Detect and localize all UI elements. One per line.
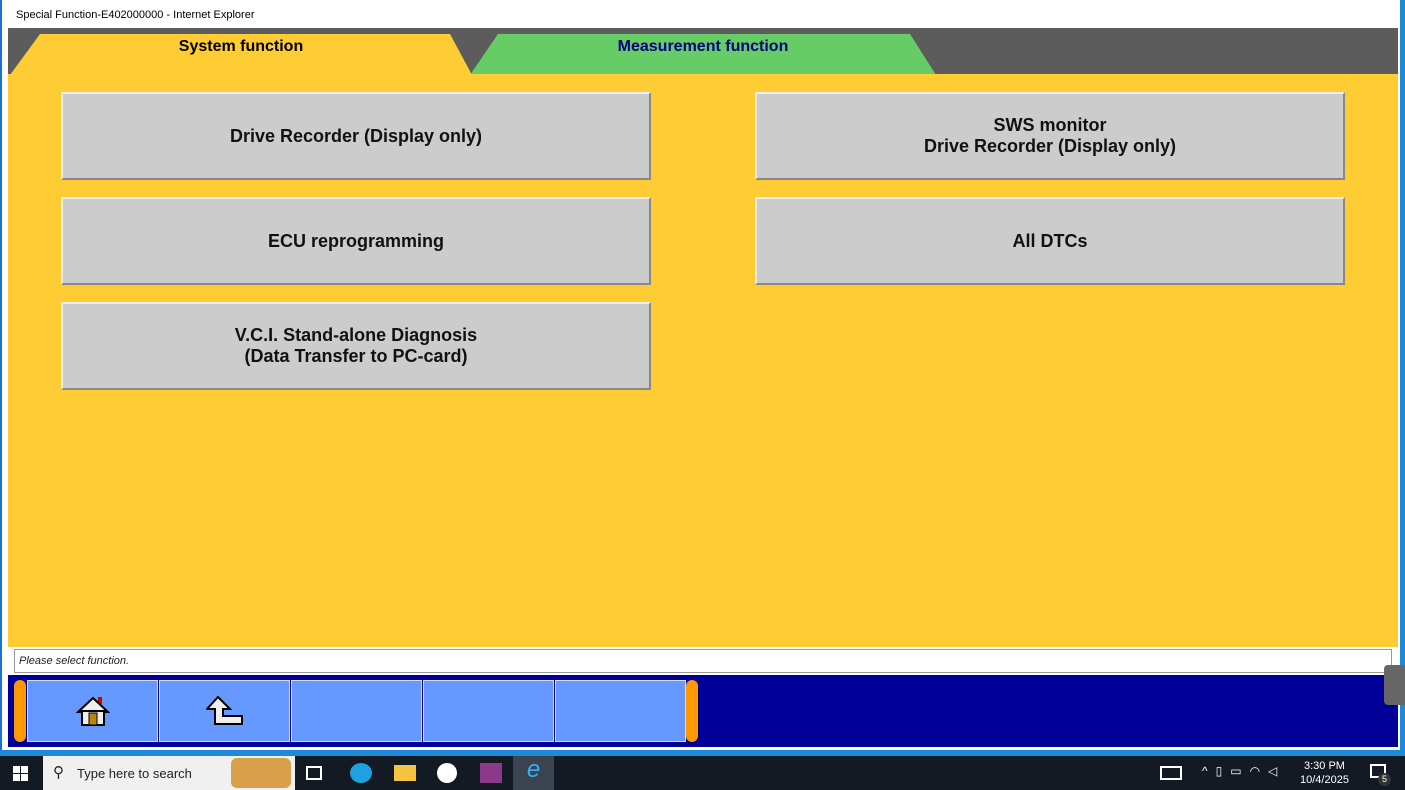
edge-icon[interactable] (350, 763, 372, 783)
nav-button-3[interactable] (291, 680, 422, 742)
status-field: Please select function. (14, 649, 1392, 673)
ecu-reprogramming-button[interactable]: ECU reprogramming (61, 197, 651, 285)
window-title: Special Function-E402000000 - Internet E… (4, 0, 1400, 28)
vci-standalone-button[interactable]: V.C.I. Stand-alone Diagnosis (Data Trans… (61, 302, 651, 390)
up-arrow-icon (205, 696, 243, 725)
function-panel: Drive Recorder (Display only) SWS monito… (8, 74, 1398, 647)
nav-bar-left-cap (14, 680, 26, 742)
internet-explorer-icon[interactable]: e (513, 756, 554, 790)
search-placeholder: Type here to search (77, 766, 192, 781)
winrar-icon[interactable] (480, 763, 502, 783)
tiger-image (231, 758, 291, 788)
nav-button-5[interactable] (555, 680, 686, 742)
tab-system-function[interactable]: System function (10, 34, 472, 75)
tab-strip: System function Measurement function (8, 28, 1398, 75)
nav-button-4[interactable] (423, 680, 554, 742)
notification-count: 5 (1378, 773, 1391, 786)
file-explorer-icon[interactable] (394, 765, 416, 781)
date: 10/4/2025 (1300, 774, 1349, 786)
nav-bar-right-cap (686, 680, 698, 742)
teamviewer-icon[interactable] (437, 763, 457, 783)
all-dtcs-button[interactable]: All DTCs (755, 197, 1345, 285)
search-icon: ⚲ (53, 764, 64, 781)
drive-recorder-button[interactable]: Drive Recorder (Display only) (61, 92, 651, 180)
tab-measurement-function[interactable]: Measurement function (470, 34, 936, 75)
windows-start-icon[interactable] (13, 766, 28, 781)
sws-monitor-button[interactable]: SWS monitor Drive Recorder (Display only… (755, 92, 1345, 180)
taskbar-search[interactable]: ⚲ Type here to search (43, 756, 295, 790)
home-icon (75, 696, 110, 726)
back-button[interactable] (159, 680, 290, 742)
news-icon[interactable] (1160, 766, 1182, 780)
taskbar: ⚲ Type here to search e ^▯▭◠◁ 3:30 PM 10/… (0, 756, 1405, 790)
clock[interactable]: 3:30 PM 10/4/2025 (1300, 759, 1349, 787)
time: 3:30 PM (1303, 760, 1345, 772)
system-tray-icons[interactable]: ^▯▭◠◁ (1202, 764, 1285, 778)
teamviewer-panel-handle[interactable] (1384, 665, 1405, 705)
task-view-icon[interactable] (306, 766, 322, 780)
home-button[interactable] (27, 680, 158, 742)
